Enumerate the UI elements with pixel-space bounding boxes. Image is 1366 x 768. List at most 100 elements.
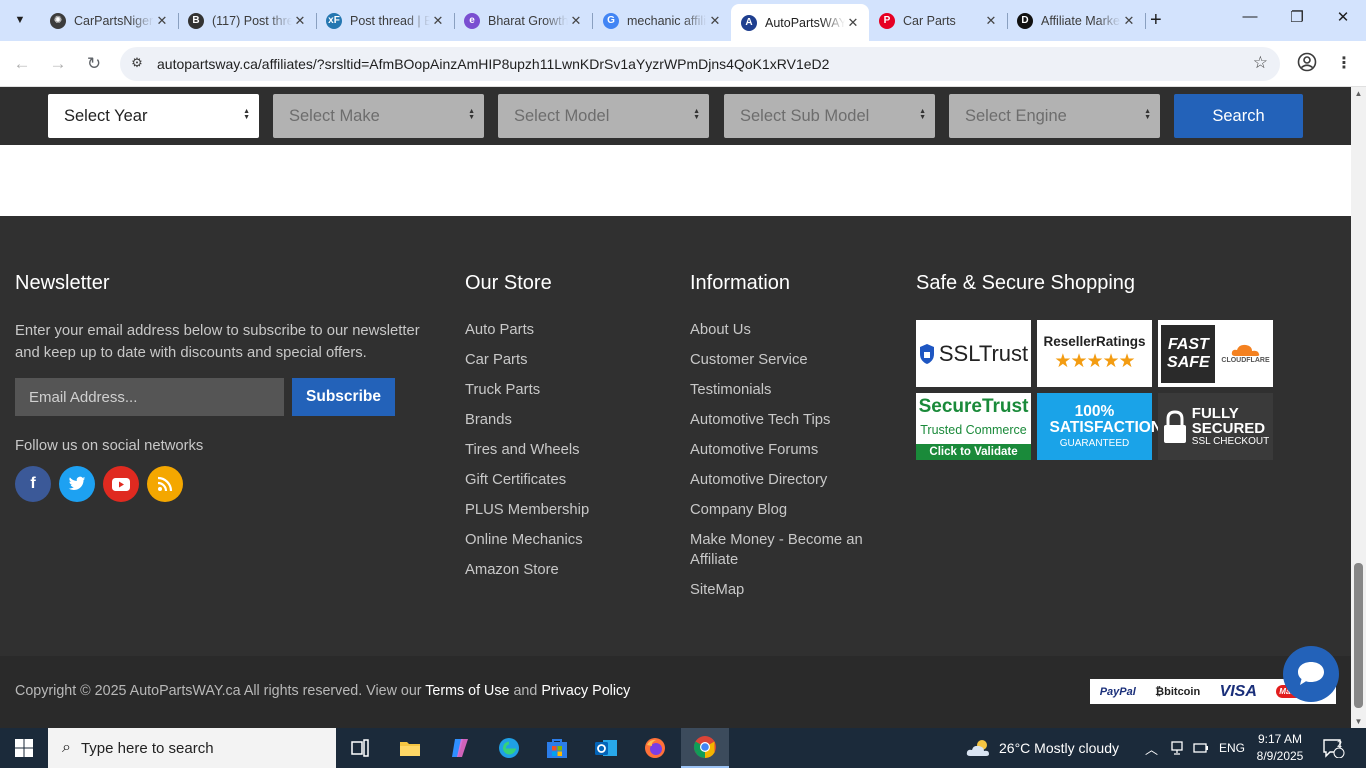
microsoft-store-icon[interactable]	[533, 728, 581, 768]
our-store-link[interactable]: Amazon Store	[465, 560, 645, 580]
scroll-up-icon[interactable]: ▲	[1351, 89, 1366, 98]
email-field[interactable]	[15, 378, 284, 416]
scrollbar-thumb[interactable]	[1354, 563, 1363, 708]
ssl-checkout-badge[interactable]: FULLY SECURED SSL CHECKOUT	[1158, 393, 1273, 460]
browser-toolbar: ← → ↻ ⚙ autopartsway.ca/affiliates/?srsl…	[0, 41, 1366, 87]
battery-icon[interactable]	[1193, 728, 1209, 768]
bitcoin-logo: ₿bitcoin	[1155, 685, 1201, 698]
openai-icon: ✺	[50, 12, 66, 29]
url-text[interactable]: autopartsway.ca/affiliates/?srsltid=AfmB…	[157, 56, 829, 72]
bookmark-star-icon[interactable]: ☆	[1253, 53, 1268, 73]
information-link[interactable]: Automotive Forums	[690, 440, 870, 460]
browser-tab[interactable]: B (117) Post thread✕	[178, 4, 317, 37]
close-tab-icon[interactable]: ✕	[568, 13, 584, 29]
our-store-link[interactable]: Truck Parts	[465, 380, 645, 400]
select-sub-model[interactable]: Select Sub Model ▲ ▼	[724, 94, 935, 138]
site-info-icon[interactable]: ⚙	[128, 55, 146, 73]
taskbar-search[interactable]: ⌕ Type here to search	[48, 728, 336, 768]
edge-icon[interactable]	[485, 728, 533, 768]
subscribe-button[interactable]: Subscribe	[292, 378, 395, 416]
close-tab-icon[interactable]: ✕	[1121, 13, 1137, 29]
close-tab-icon[interactable]: ✕	[707, 13, 723, 29]
select-arrows-icon: ▲ ▼	[1144, 108, 1151, 121]
clock[interactable]: 9:17 AM 8/9/2025	[1247, 731, 1313, 765]
cloudflare-badge[interactable]: FAST SAFE CLOUDFLARE	[1158, 320, 1273, 387]
twitter-icon[interactable]	[59, 466, 95, 502]
facebook-icon[interactable]: f	[15, 466, 51, 502]
information-link[interactable]: Testimonials	[690, 380, 870, 400]
browser-tab[interactable]: xF Post thread | BlackHatWorld✕	[316, 4, 455, 37]
rss-icon[interactable]	[147, 466, 183, 502]
our-store-link[interactable]: Car Parts	[465, 350, 645, 370]
browser-tab[interactable]: e Bharat Growth ✕	[454, 4, 593, 37]
tab-search-icon[interactable]: ▼	[8, 8, 32, 32]
information-link[interactable]: Automotive Directory	[690, 470, 870, 490]
close-tab-icon[interactable]: ✕	[430, 13, 446, 29]
our-store-link[interactable]: Gift Certificates	[465, 470, 645, 490]
reload-icon[interactable]: ↻	[82, 52, 106, 76]
securetrust-badge[interactable]: SecureTrust Trusted Commerce Click to Va…	[916, 393, 1031, 460]
information-link[interactable]: Automotive Tech Tips	[690, 410, 870, 430]
language-indicator[interactable]: ENG	[1219, 728, 1245, 768]
our-store-link[interactable]: Brands	[465, 410, 645, 430]
chat-button[interactable]	[1283, 646, 1339, 702]
chrome-icon[interactable]	[681, 728, 729, 768]
network-icon[interactable]	[1170, 728, 1184, 768]
profile-icon[interactable]	[1295, 52, 1319, 76]
weather-widget[interactable]: 26°C Mostly cloudy	[965, 728, 1119, 768]
close-tab-icon[interactable]: ✕	[983, 13, 999, 29]
privacy-policy-link[interactable]: Privacy Policy	[541, 683, 630, 699]
restore-icon[interactable]: ❐	[1282, 8, 1312, 26]
select-engine[interactable]: Select Engine ▲ ▼	[949, 94, 1160, 138]
ssltrust-badge[interactable]: SSLTrust	[916, 320, 1031, 387]
our-store-link[interactable]: Online Mechanics	[465, 530, 645, 550]
outlook-icon[interactable]	[582, 728, 630, 768]
copilot-icon[interactable]	[436, 728, 484, 768]
tray-chevron-icon[interactable]: ︿	[1145, 728, 1158, 768]
browser-tab[interactable]: Gmechanic affiliate✕	[593, 4, 732, 37]
information-link[interactable]: Make Money - Become an Affiliate	[690, 530, 870, 570]
forward-icon[interactable]: →	[46, 52, 70, 76]
windows-taskbar: ⌕ Type here to search 26°C Mostly cloudy…	[0, 728, 1366, 768]
resellerratings-badge[interactable]: ResellerRatings ★★★★★	[1037, 320, 1152, 387]
file-explorer-icon[interactable]	[386, 728, 434, 768]
notifications-icon[interactable]: 2	[1323, 728, 1345, 768]
task-view-icon[interactable]	[336, 728, 384, 768]
click-to-validate-label: Click to Validate	[916, 443, 1031, 460]
scroll-down-icon[interactable]: ▼	[1351, 717, 1366, 726]
our-store-link[interactable]: PLUS Membership	[465, 500, 645, 520]
terms-of-use-link[interactable]: Terms of Use	[425, 683, 509, 699]
firefox-icon[interactable]	[631, 728, 679, 768]
close-window-icon[interactable]: ✕	[1328, 8, 1358, 26]
browser-tab[interactable]: A AutoPartsWAY ✕	[731, 4, 869, 41]
browser-tab[interactable]: P Car Parts ✕	[869, 4, 1008, 37]
information-link[interactable]: Company Blog	[690, 500, 870, 520]
page-scrollbar[interactable]: ▲ ▼	[1351, 87, 1366, 728]
select-make[interactable]: Select Make ▲ ▼	[273, 94, 484, 138]
youtube-icon[interactable]	[103, 466, 139, 502]
information-link[interactable]: SiteMap	[690, 580, 870, 600]
close-tab-icon[interactable]: ✕	[845, 15, 861, 31]
windows-start-icon[interactable]	[0, 728, 48, 768]
select-arrows-icon: ▲ ▼	[919, 108, 926, 121]
close-tab-icon[interactable]: ✕	[154, 13, 170, 29]
address-bar[interactable]: ⚙ autopartsway.ca/affiliates/?srsltid=Af…	[120, 47, 1280, 81]
our-store-link[interactable]: Tires and Wheels	[465, 440, 645, 460]
close-tab-icon[interactable]: ✕	[292, 13, 308, 29]
minimize-icon[interactable]: —	[1235, 8, 1265, 25]
select-year[interactable]: Select Year ▲ ▼	[48, 94, 259, 138]
browser-tab[interactable]: D Affiliate Marketing✕	[1007, 4, 1146, 37]
our-store-link[interactable]: Auto Parts	[465, 320, 645, 340]
back-icon[interactable]: ←	[10, 52, 34, 76]
satisfaction-badge[interactable]: 100% SATISFACTION GUARANTEED	[1037, 393, 1162, 460]
browser-tab[interactable]: ✺ CarPartsNigeria✕	[40, 4, 179, 37]
new-tab-button[interactable]: +	[1150, 9, 1162, 32]
select-arrows-icon: ▲ ▼	[693, 108, 700, 121]
select-model[interactable]: Select Model ▲ ▼	[498, 94, 709, 138]
cloudflare-cloud-icon	[1231, 344, 1259, 356]
menu-kebab-icon[interactable]: ⋮	[1332, 52, 1356, 76]
information-link[interactable]: About Us	[690, 320, 870, 340]
taskbar-search-placeholder: Type here to search	[80, 739, 214, 757]
vehicle-search-button[interactable]: Search	[1174, 94, 1303, 138]
information-link[interactable]: Customer Service	[690, 350, 870, 370]
